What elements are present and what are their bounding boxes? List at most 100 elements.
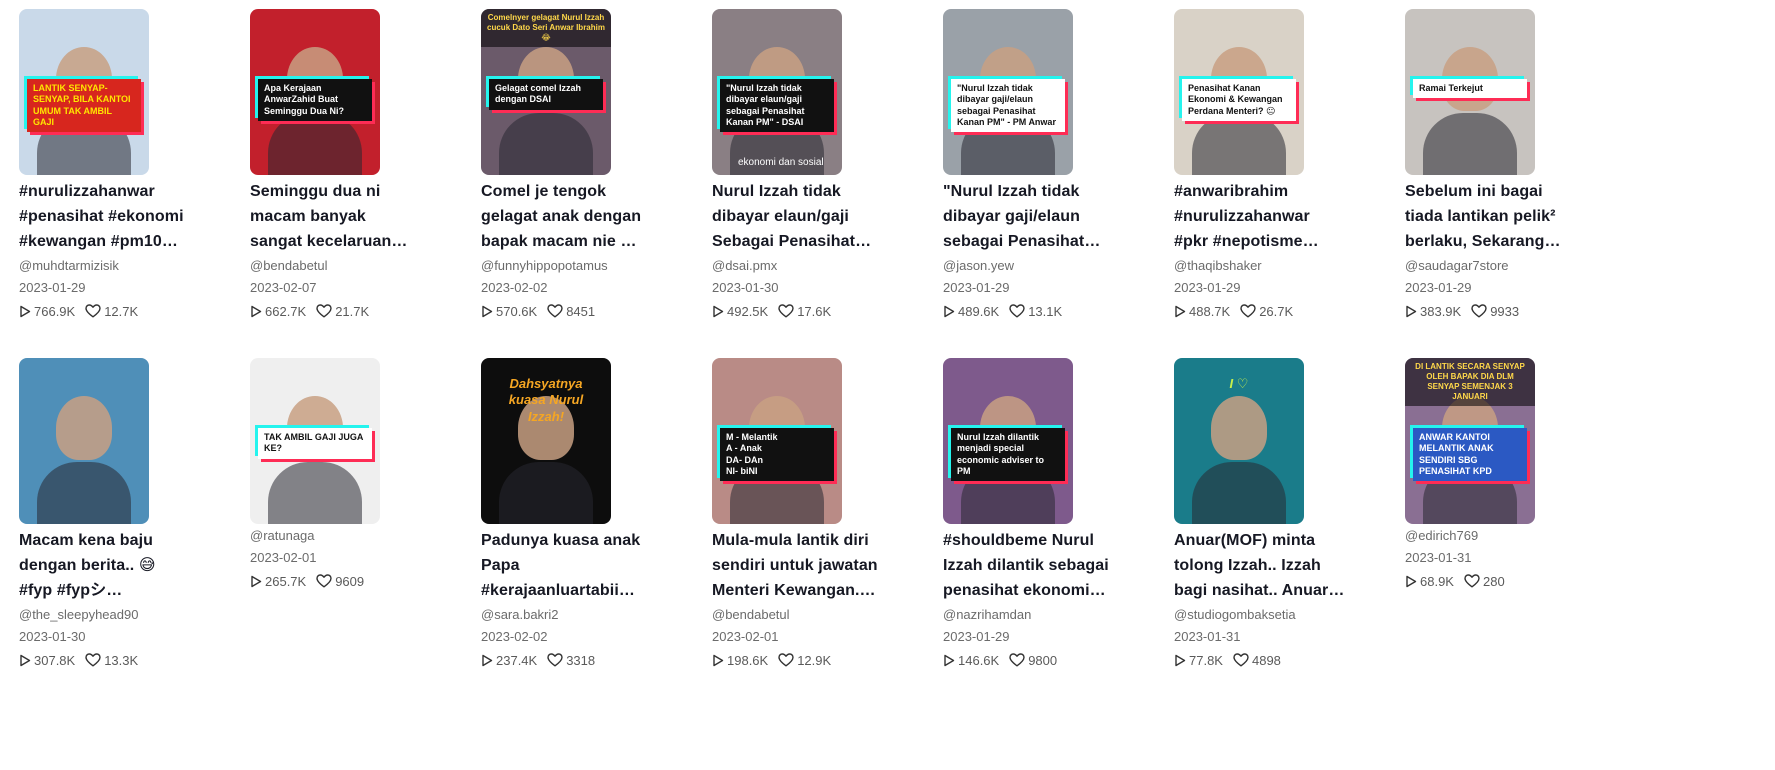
- video-thumbnail[interactable]: Comelnyer gelagat Nurul Izzah cucuk Dato…: [481, 9, 611, 175]
- person-figure: [56, 396, 112, 460]
- author-username[interactable]: @muhdtarmizisik: [19, 258, 229, 276]
- video-caption[interactable]: Comel je tengok gelagat anak dengan bapa…: [481, 179, 691, 254]
- view-count: 662.7K: [265, 303, 307, 319]
- author-username[interactable]: @the_sleepyhead90: [19, 607, 229, 625]
- heart-icon: [85, 653, 101, 667]
- video-card[interactable]: M - Melantik A - Anak DA- DAn NI- biNI Mu…: [712, 358, 922, 669]
- view-count: 307.8K: [34, 652, 76, 668]
- like-count: 26.7K: [1259, 303, 1294, 319]
- video-card[interactable]: Ramai Terkejut Sebelum ini bagai tiada la…: [1405, 9, 1615, 320]
- person-body: [499, 113, 593, 175]
- video-card[interactable]: Apa Kerajaan AnwarZahid Buat Seminggu Du…: [250, 9, 460, 320]
- author-username[interactable]: @edirich769: [1405, 528, 1615, 546]
- video-thumbnail[interactable]: M - Melantik A - Anak DA- DAn NI- biNI: [712, 358, 842, 524]
- video-thumbnail[interactable]: I ♡: [1174, 358, 1304, 524]
- video-card[interactable]: "Nurul Izzah tidak dibayar elaun/gaji se…: [712, 9, 922, 320]
- play-icon: [712, 305, 724, 318]
- video-thumbnail[interactable]: Dahsyatnya kuasa Nurul Izzah!: [481, 358, 611, 524]
- video-thumbnail[interactable]: Nurul Izzah dilantik menjadi special eco…: [943, 358, 1073, 524]
- heart-icon: [316, 574, 332, 588]
- video-caption[interactable]: Macam kena baju dengan berita.. 😅 #fyp #…: [19, 528, 229, 603]
- person-body: [268, 462, 362, 524]
- video-card[interactable]: Macam kena baju dengan berita.. 😅 #fyp #…: [19, 358, 229, 669]
- play-icon: [712, 654, 724, 667]
- post-date: 2023-02-02: [481, 629, 548, 644]
- heart-icon: [778, 304, 794, 318]
- video-stats: 383.9K 9933: [1405, 302, 1615, 320]
- video-thumbnail[interactable]: Penasihat Kanan Ekonomi & Kewangan Perda…: [1174, 9, 1304, 175]
- author-username[interactable]: @funnyhippopotamus: [481, 258, 691, 276]
- video-caption[interactable]: #shouldbeme Nurul Izzah dilantik sebagai…: [943, 528, 1153, 603]
- person-body: [1192, 113, 1286, 175]
- video-card[interactable]: Penasihat Kanan Ekonomi & Kewangan Perda…: [1174, 9, 1384, 320]
- video-caption[interactable]: Sebelum ini bagai tiada lantikan pelik² …: [1405, 179, 1615, 254]
- video-caption[interactable]: Mula-mula lantik diri sendiri untuk jawa…: [712, 528, 922, 603]
- author-username[interactable]: @nazrihamdan: [943, 607, 1153, 625]
- heart-icon: [547, 653, 563, 667]
- video-thumbnail[interactable]: DI LANTIK SECARA SENYAP OLEH BAPAK DIA D…: [1405, 358, 1535, 524]
- author-username[interactable]: @saudagar7store: [1405, 258, 1615, 276]
- video-caption[interactable]: Anuar(MOF) minta tolong Izzah.. Izzah ba…: [1174, 528, 1384, 603]
- heart-icon: [1240, 304, 1256, 318]
- post-date: 2023-01-29: [1405, 280, 1472, 295]
- play-icon: [1174, 305, 1186, 318]
- video-thumbnail[interactable]: "Nurul Izzah tidak dibayar elaun/gaji se…: [712, 9, 842, 175]
- play-icon: [1405, 575, 1417, 588]
- heart-icon: [1464, 574, 1480, 588]
- video-caption[interactable]: Seminggu dua ni macam banyak sangat kece…: [250, 179, 460, 254]
- play-icon: [481, 654, 493, 667]
- post-date: 2023-01-29: [943, 629, 1010, 644]
- video-caption[interactable]: Nurul Izzah tidak dibayar elaun/gaji Seb…: [712, 179, 922, 254]
- video-stats: 307.8K 13.3K: [19, 651, 229, 669]
- video-card[interactable]: DI LANTIK SECARA SENYAP OLEH BAPAK DIA D…: [1405, 358, 1615, 590]
- video-thumbnail[interactable]: [19, 358, 149, 524]
- thumbnail-overlay-text: ANWAR KANTOI MELANTIK ANAK SENDIRI SBG P…: [1413, 428, 1527, 481]
- thumbnail-overlay-text: "Nurul Izzah tidak dibayar gaji/elaun se…: [951, 79, 1065, 132]
- view-count: 570.6K: [496, 303, 538, 319]
- video-thumbnail[interactable]: TAK AMBIL GAJI JUGA KE?: [250, 358, 380, 524]
- post-date: 2023-01-30: [712, 280, 779, 295]
- author-username[interactable]: @ratunaga: [250, 528, 460, 546]
- thumbnail-overlay-text: "Nurul Izzah tidak dibayar elaun/gaji se…: [720, 79, 834, 132]
- author-username[interactable]: @jason.yew: [943, 258, 1153, 276]
- video-card[interactable]: "Nurul Izzah tidak dibayar gaji/elaun se…: [943, 9, 1153, 320]
- author-username[interactable]: @bendabetul: [250, 258, 460, 276]
- video-card[interactable]: I ♡ Anuar(MOF) minta tolong Izzah.. Izzah…: [1174, 358, 1384, 669]
- video-caption[interactable]: #nurulizzahanwar #penasihat #ekonomi #ke…: [19, 179, 229, 254]
- author-username[interactable]: @studiogombaksetia: [1174, 607, 1384, 625]
- video-caption[interactable]: Padunya kuasa anak Papa #kerajaanluartab…: [481, 528, 691, 603]
- author-username[interactable]: @thaqibshaker: [1174, 258, 1384, 276]
- author-username[interactable]: @dsai.pmx: [712, 258, 922, 276]
- thumbnail-top-text: Comelnyer gelagat Nurul Izzah cucuk Dato…: [481, 9, 611, 47]
- video-card[interactable]: LANTIK SENYAP-SENYAP, BILA KANTOI UMUM T…: [19, 9, 229, 320]
- play-icon: [943, 305, 955, 318]
- person-body: [268, 113, 362, 175]
- play-icon: [1405, 305, 1417, 318]
- video-caption[interactable]: "Nurul Izzah tidak dibayar gaji/elaun se…: [943, 179, 1153, 254]
- author-username[interactable]: @bendabetul: [712, 607, 922, 625]
- person-body: [1192, 462, 1286, 524]
- view-count: 492.5K: [727, 303, 769, 319]
- video-caption[interactable]: #anwaribrahim #nurulizzahanwar #pkr #nep…: [1174, 179, 1384, 254]
- video-thumbnail[interactable]: "Nurul Izzah tidak dibayar gaji/elaun se…: [943, 9, 1073, 175]
- person-body: [1423, 113, 1517, 175]
- video-card[interactable]: Nurul Izzah dilantik menjadi special eco…: [943, 358, 1153, 669]
- video-card[interactable]: Comelnyer gelagat Nurul Izzah cucuk Dato…: [481, 9, 691, 320]
- author-username[interactable]: @sara.bakri2: [481, 607, 691, 625]
- heart-icon: [1009, 653, 1025, 667]
- view-count: 488.7K: [1189, 303, 1231, 319]
- like-count: 21.7K: [335, 303, 370, 319]
- video-thumbnail[interactable]: Ramai Terkejut: [1405, 9, 1535, 175]
- video-card[interactable]: TAK AMBIL GAJI JUGA KE? @ratunaga 2023-02-…: [250, 358, 460, 590]
- like-count: 12.9K: [797, 652, 832, 668]
- view-count: 237.4K: [496, 652, 538, 668]
- video-thumbnail[interactable]: Apa Kerajaan AnwarZahid Buat Seminggu Du…: [250, 9, 380, 175]
- video-stats: 766.9K 12.7K: [19, 302, 229, 320]
- view-count: 489.6K: [958, 303, 1000, 319]
- person-figure: [1211, 396, 1267, 460]
- video-card[interactable]: Dahsyatnya kuasa Nurul Izzah! Padunya kua…: [481, 358, 691, 669]
- person-body: [499, 462, 593, 524]
- video-thumbnail[interactable]: LANTIK SENYAP-SENYAP, BILA KANTOI UMUM T…: [19, 9, 149, 175]
- video-grid: LANTIK SENYAP-SENYAP, BILA KANTOI UMUM T…: [0, 0, 1775, 770]
- post-date: 2023-01-29: [19, 280, 86, 295]
